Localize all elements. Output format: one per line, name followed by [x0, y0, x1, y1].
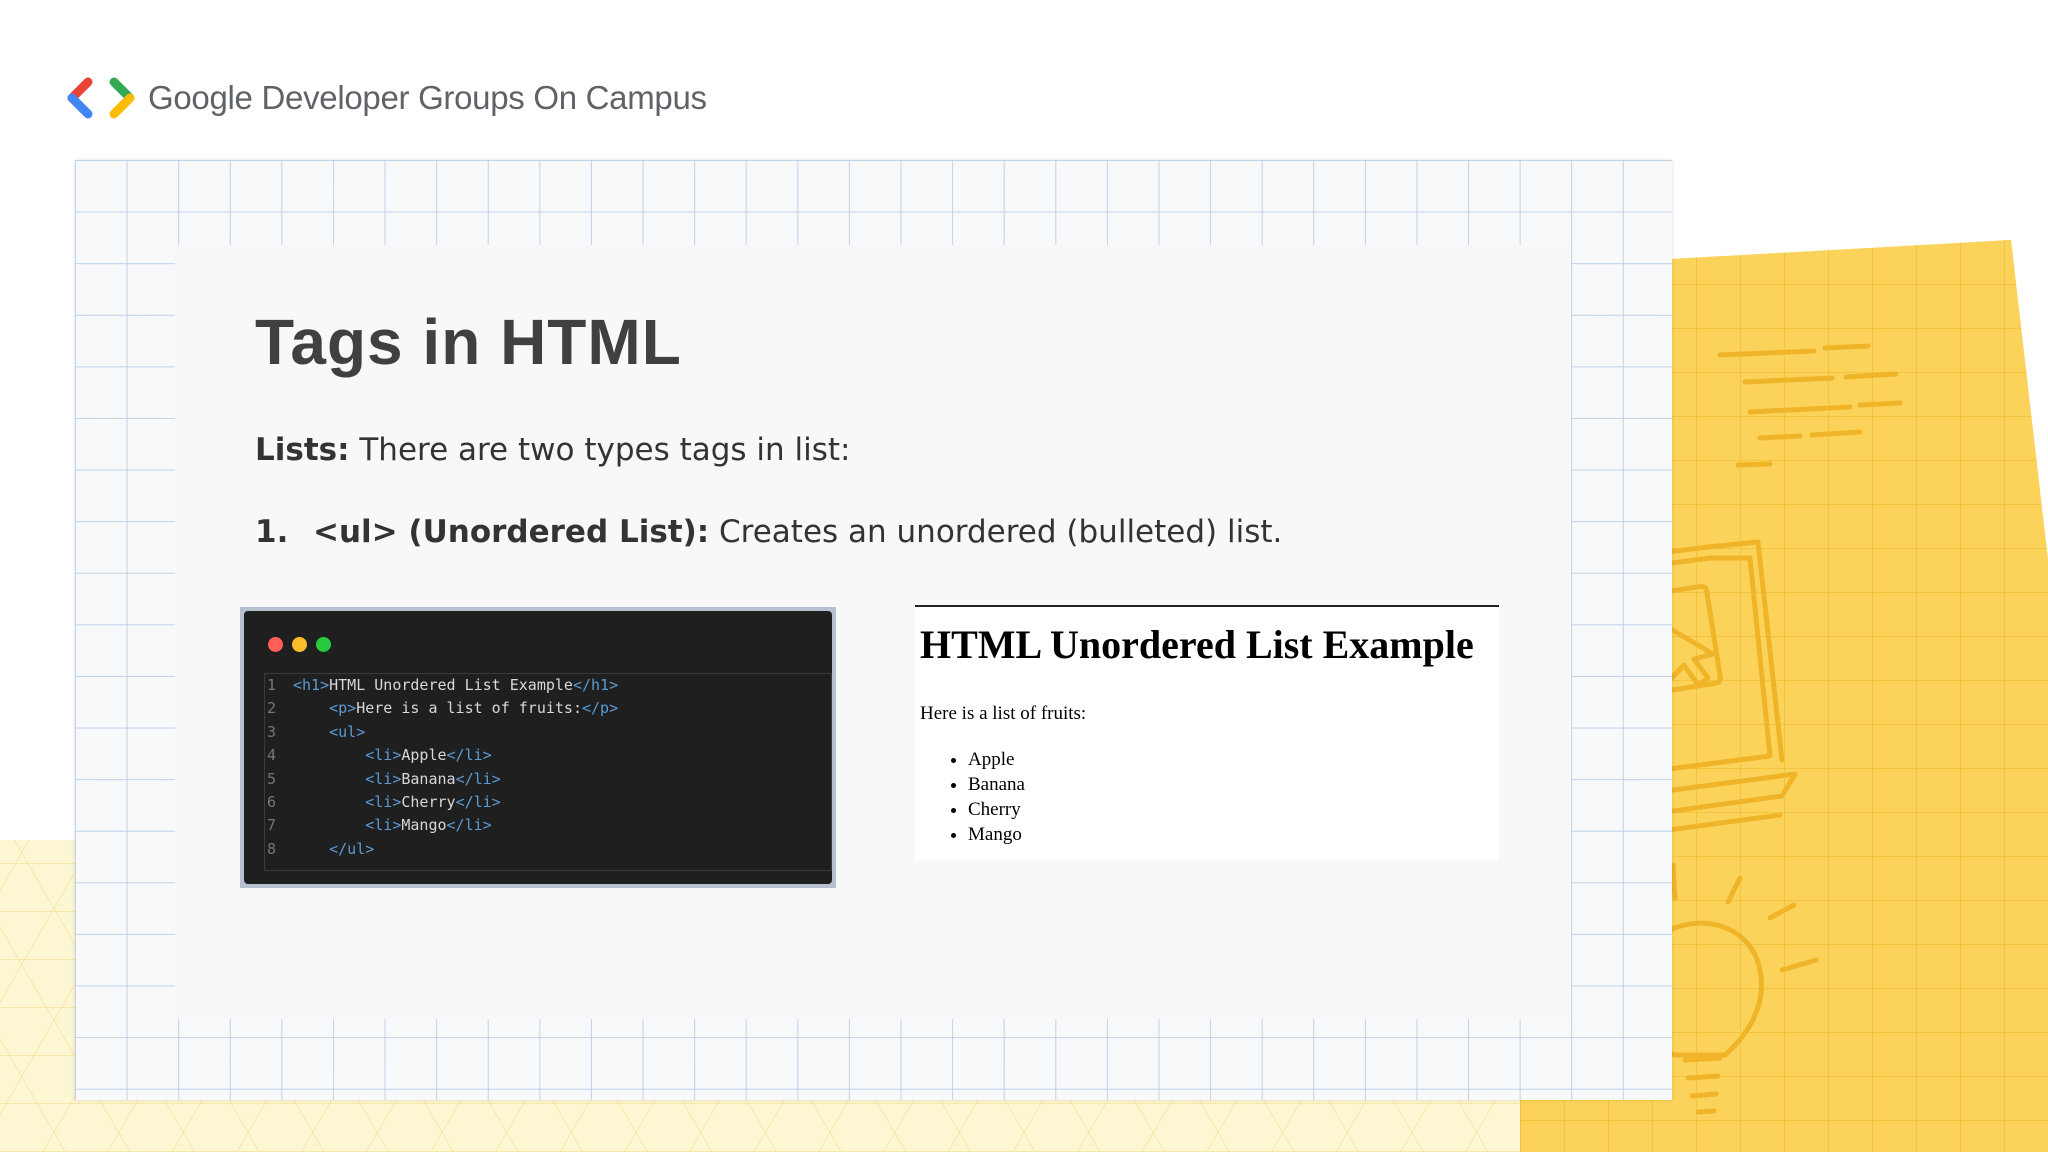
output-list: AppleBananaCherryMango: [943, 747, 1025, 847]
rendered-output-panel: HTML Unordered List Example Here is a li…: [915, 605, 1499, 861]
code-text: Banana: [401, 769, 456, 788]
code-line: 5 <li>Banana</li>: [265, 768, 831, 791]
code-open-tag: <h1>: [293, 676, 330, 694]
brand-header: Google Developer Groups On Campus: [66, 76, 707, 120]
code-line: 7 <li>Mango</li>: [265, 814, 831, 837]
code-open-tag: <ul>: [329, 722, 366, 741]
maximize-dot-icon: [316, 637, 331, 652]
output-paragraph: Here is a list of fruits:: [920, 703, 1087, 724]
gdg-chevrons-icon: [67, 77, 135, 119]
close-dot-icon: [268, 637, 283, 652]
code-line: 3 <ul>: [265, 721, 831, 744]
code-line: 6 <li>Cherry</li>: [265, 791, 831, 814]
code-text: Mango: [401, 816, 447, 835]
code-line: 8 </ul>: [265, 838, 831, 861]
code-text: Apple: [401, 746, 447, 765]
code-snippet-window: 1 <h1>HTML Unordered List Example</h1> 2 <…: [240, 607, 836, 888]
code-line: 4 <li>Apple</li>: [265, 744, 831, 767]
item-tag: <ul> (Unordered List):: [313, 514, 710, 550]
list-item: 1. <ul> (Unordered List): Creates an unor…: [255, 514, 1282, 550]
line-number: 6: [267, 792, 277, 811]
code-open-tag: <li>: [365, 816, 402, 835]
item-text: Creates an unordered (bulleted) list.: [709, 514, 1283, 550]
code-area: 1 <h1>HTML Unordered List Example</h1> 2 <…: [264, 673, 832, 871]
output-list-item: Cherry: [968, 797, 1025, 822]
item-number: 1.: [255, 514, 289, 550]
lists-text: There are two types tags in list:: [349, 432, 851, 468]
code-text: Cherry: [401, 792, 456, 811]
code-close-tag: </li>: [455, 792, 501, 811]
output-list-item: Mango: [968, 822, 1025, 847]
code-open-tag: <li>: [365, 792, 402, 811]
line-number: 7: [267, 816, 277, 835]
brand-name: Google Developer Groups On Campus: [148, 79, 707, 116]
line-number: 5: [267, 769, 277, 788]
minimize-dot-icon: [292, 637, 307, 652]
code-text: HTML Unordered List Example: [329, 676, 573, 694]
window-controls: [268, 637, 331, 652]
text-lines-icon: [1717, 343, 1903, 468]
code-editor: 1 <h1>HTML Unordered List Example</h1> 2 <…: [244, 611, 832, 884]
output-list-item: Apple: [968, 747, 1025, 772]
code-close-tag: </p>: [582, 699, 619, 718]
code-open-tag: </ul>: [329, 839, 375, 858]
lists-label: Lists:: [255, 432, 350, 468]
code-close-tag: </li>: [446, 816, 492, 835]
code-text: Here is a list of fruits:: [356, 699, 582, 718]
code-open-tag: <p>: [329, 699, 357, 718]
slide-title: Tags in HTML: [255, 306, 682, 378]
lists-intro: Lists: There are two types tags in list:: [255, 432, 851, 468]
code-line: 1 <h1>HTML Unordered List Example</h1>: [265, 674, 831, 697]
code-close-tag: </h1>: [572, 676, 619, 694]
code-close-tag: </li>: [446, 746, 492, 765]
code-open-tag: <li>: [365, 746, 402, 765]
line-number: 4: [267, 746, 277, 765]
line-number: 8: [267, 839, 277, 858]
code-line: 2 <p>Here is a list of fruits:</p>: [265, 697, 831, 720]
line-number: 2: [267, 699, 277, 718]
line-number: 3: [267, 722, 277, 741]
output-heading: HTML Unordered List Example: [920, 622, 1474, 667]
code-close-tag: </li>: [455, 769, 501, 788]
output-list-item: Banana: [968, 772, 1025, 797]
line-number: 1: [267, 676, 277, 694]
code-open-tag: <li>: [365, 769, 402, 788]
